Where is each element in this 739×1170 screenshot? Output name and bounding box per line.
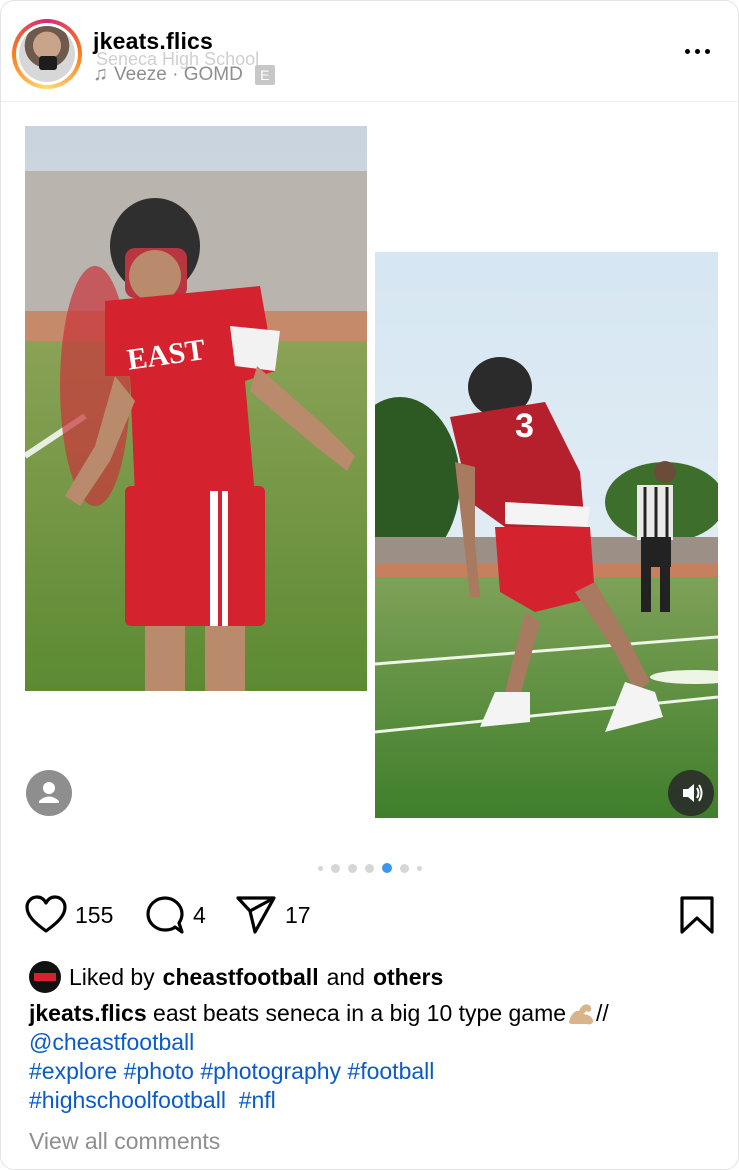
bookmark-icon xyxy=(680,896,714,934)
photo-player-stance: 3 xyxy=(375,252,718,818)
post-card: Seneca High School jkeats.flics ♫ Veeze … xyxy=(0,0,739,1170)
speaker-icon[interactable] xyxy=(668,770,714,816)
user-tag-icon[interactable] xyxy=(26,770,72,816)
music-label: Veeze · GOMD xyxy=(114,63,243,85)
comment-button[interactable]: 4 xyxy=(145,894,206,936)
caption-hashtags-2[interactable]: #highschoolfootball #nfl xyxy=(29,1087,276,1113)
liked-by-others[interactable]: others xyxy=(373,964,443,991)
caption-text: east beats seneca in a big 10 type game xyxy=(153,1000,567,1026)
post-media-carousel[interactable]: EAST 3 xyxy=(1,102,738,857)
post-username[interactable]: jkeats.flics xyxy=(93,28,213,55)
avatar[interactable] xyxy=(12,19,82,89)
music-note-icon: ♫ xyxy=(93,63,108,85)
liked-by-user[interactable]: cheastfootball xyxy=(163,964,319,991)
carousel-dot xyxy=(399,863,409,873)
carousel-dot xyxy=(317,865,323,871)
save-button[interactable] xyxy=(679,896,715,939)
liker-avatar[interactable] xyxy=(29,961,61,993)
carousel-dot xyxy=(347,863,357,873)
comment-icon xyxy=(146,896,184,934)
music-attribution[interactable]: ♫ Veeze · GOMD E xyxy=(93,63,275,86)
caption-mention[interactable]: @cheastfootball xyxy=(29,1029,194,1055)
explicit-badge: E xyxy=(254,64,275,85)
like-button[interactable]: 155 xyxy=(25,894,113,936)
caption-separator: // xyxy=(596,1000,609,1026)
more-horizontal-icon[interactable] xyxy=(685,49,715,57)
post-header: Seneca High School jkeats.flics ♫ Veeze … xyxy=(1,1,738,102)
heart-icon xyxy=(25,895,67,933)
comment-count[interactable]: 4 xyxy=(193,902,206,929)
view-all-comments-link[interactable]: View all comments xyxy=(29,1128,220,1155)
carousel-dot xyxy=(381,863,392,873)
caption-hashtags[interactable]: #explore #photo #photography #football xyxy=(29,1058,434,1084)
liked-by-row: Liked by cheastfootball and others xyxy=(29,961,443,993)
action-bar: 155 4 17 xyxy=(25,894,715,936)
carousel-dot xyxy=(330,863,340,873)
share-count: 17 xyxy=(285,901,311,928)
like-count[interactable]: 155 xyxy=(75,902,113,929)
share-button[interactable]: 17 xyxy=(235,894,311,936)
carousel-indicator xyxy=(1,862,738,874)
flexed-biceps-emoji-icon xyxy=(569,1004,594,1025)
photo-player-warmup: EAST xyxy=(25,126,367,691)
liked-by-prefix: Liked by xyxy=(69,963,155,990)
caption-username[interactable]: jkeats.flics xyxy=(29,1000,147,1026)
carousel-dot xyxy=(364,863,374,873)
liked-by-joiner: and xyxy=(326,963,365,990)
paper-plane-icon xyxy=(236,896,276,934)
carousel-dot xyxy=(416,865,422,871)
svg-text:3: 3 xyxy=(515,407,534,445)
post-caption: jkeats.flics east beats seneca in a big … xyxy=(29,999,719,1115)
